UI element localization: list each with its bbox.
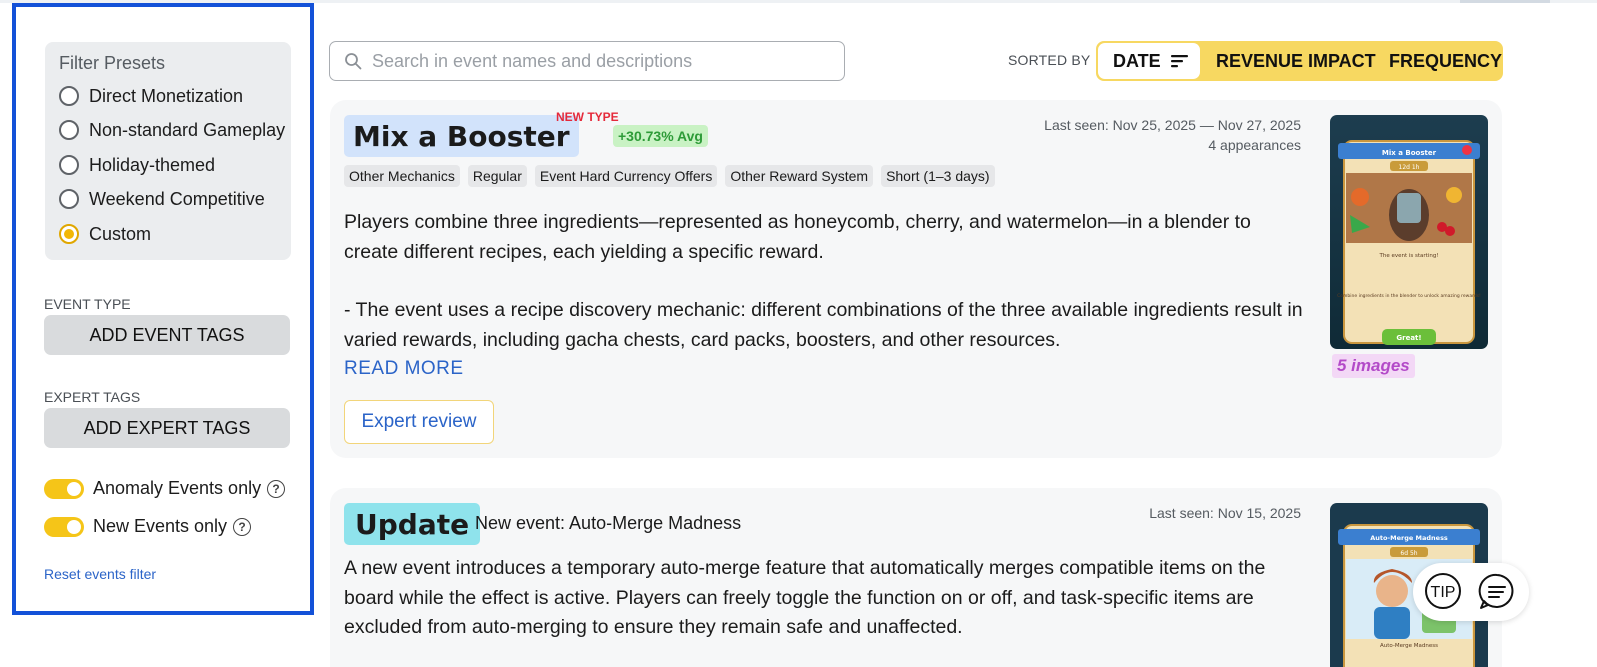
add-expert-tags-button[interactable]: ADD EXPERT TAGS: [44, 408, 290, 448]
thumb-timer-text: 12d 1h: [1399, 164, 1420, 171]
preset-label: Non-standard Gameplay: [89, 119, 286, 140]
help-icon[interactable]: ?: [233, 517, 252, 536]
event-tag: Other Reward System: [725, 165, 874, 187]
thumb-timer-text: 6d 5h: [1400, 550, 1417, 557]
sort-option-frequency[interactable]: FREQUENCY: [1389, 41, 1502, 81]
thumb-caption-text: The event is starting!: [1378, 253, 1438, 259]
preset-label: Custom: [89, 223, 152, 244]
event-description: Players combine three ingredients—repres…: [344, 211, 1251, 263]
event-tags: Other Mechanics Regular Event Hard Curre…: [344, 165, 995, 187]
preset-label: Weekend Competitive: [89, 188, 265, 209]
game-screenshot-image: Mix a Booster 12d 1h The event is starti…: [1330, 115, 1488, 349]
search-input[interactable]: [372, 50, 812, 72]
tip-icon: TIP: [1425, 573, 1461, 609]
radio-button[interactable]: [59, 86, 79, 106]
last-seen-info: Last seen: Nov 15, 2025: [1149, 503, 1301, 523]
sort-control: DATE REVENUE IMPACT FREQUENCY: [1096, 41, 1503, 81]
close-icon: [1462, 145, 1472, 155]
floating-actions: TIP: [1413, 563, 1529, 621]
anomaly-events-toggle[interactable]: [44, 478, 84, 499]
event-tag: Other Mechanics: [344, 165, 460, 187]
event-subtitle: New event: Auto-Merge Madness: [475, 513, 742, 533]
search-icon: [345, 53, 362, 70]
expert-tags-label: EXPERT TAGS: [44, 389, 141, 405]
new-events-toggle-row[interactable]: New Events only ?: [44, 516, 252, 537]
filter-presets-title: Filter Presets: [59, 53, 166, 73]
radio-button-checked[interactable]: [59, 224, 79, 244]
new-events-toggle[interactable]: [44, 516, 84, 537]
thumb-hint-text: Combine ingredients in the blender to un…: [1337, 293, 1481, 299]
toggle-label: Anomaly Events only: [93, 478, 262, 498]
preset-label: Holiday-themed: [89, 154, 216, 175]
radio-button[interactable]: [59, 189, 79, 209]
event-tag: Event Hard Currency Offers: [534, 165, 718, 187]
anomaly-events-toggle-row[interactable]: Anomaly Events only ?: [44, 478, 286, 499]
revenue-impact-badge: +30.73% Avg: [613, 125, 708, 147]
search-box[interactable]: [329, 41, 845, 81]
thumb-button-text: Great!: [1396, 334, 1421, 342]
preset-holiday-themed[interactable]: Holiday-themed: [59, 153, 215, 177]
add-event-tags-button[interactable]: ADD EVENT TAGS: [44, 315, 290, 355]
new-type-badge: NEW TYPE: [556, 110, 619, 124]
toggle-label: New Events only: [93, 516, 228, 536]
help-icon[interactable]: ?: [267, 479, 286, 498]
page: Filter Presets Direct Monetization Non-s…: [0, 0, 1597, 667]
thumb-header-text: Mix a Booster: [1382, 149, 1437, 157]
last-seen-dates: Last seen: Nov 15, 2025: [1149, 505, 1301, 521]
images-count-link[interactable]: 5 images: [1332, 354, 1415, 378]
sort-option-date[interactable]: DATE: [1098, 43, 1200, 79]
read-more-link[interactable]: READ MORE: [344, 358, 464, 380]
radio-button[interactable]: [59, 120, 79, 140]
preset-label: Direct Monetization: [89, 85, 244, 106]
reset-events-filter-link[interactable]: Reset events filter: [44, 566, 156, 582]
event-description-detail: - The event uses a recipe discovery mech…: [344, 299, 1303, 351]
event-title[interactable]: Mix a Booster: [344, 115, 579, 157]
sort-option-revenue-impact[interactable]: REVENUE IMPACT: [1216, 41, 1376, 81]
preset-non-standard-gameplay[interactable]: Non-standard Gameplay: [59, 118, 285, 142]
preset-weekend-competitive[interactable]: Weekend Competitive: [59, 187, 265, 211]
last-seen-dates: Last seen: Nov 25, 2025 — Nov 27, 2025: [1044, 117, 1301, 133]
tip-button[interactable]: TIP: [1423, 571, 1463, 611]
event-card: Update New event: Auto-Merge Madness Las…: [330, 488, 1502, 667]
appearances-count: 4 appearances: [1208, 137, 1301, 153]
preset-direct-monetization[interactable]: Direct Monetization: [59, 84, 243, 108]
sorted-by-label: SORTED BY: [1008, 52, 1091, 68]
tip-label: TIP: [1431, 584, 1456, 601]
expert-review-button[interactable]: Expert review: [344, 400, 494, 444]
chat-bubble-icon: [1478, 573, 1514, 609]
preset-custom[interactable]: Custom: [59, 222, 151, 246]
last-seen-info: Last seen: Nov 25, 2025 — Nov 27, 2025 4…: [1044, 115, 1301, 155]
sort-option-label: DATE: [1113, 50, 1161, 71]
chat-button[interactable]: [1477, 571, 1517, 611]
thumb-header-text: Auto-Merge Madness: [1370, 534, 1448, 542]
event-title[interactable]: Update: [344, 503, 481, 545]
filter-sidebar: Filter Presets Direct Monetization Non-s…: [12, 3, 314, 615]
event-description: A new event introduces a temporary auto-…: [344, 557, 1266, 638]
sort-descending-icon: [1170, 55, 1188, 68]
event-card: Mix a Booster NEW TYPE +30.73% Avg Last …: [330, 100, 1502, 458]
thumb-caption-text: Auto-Merge Madness: [1380, 643, 1438, 649]
event-screenshot-thumbnail[interactable]: Mix a Booster 12d 1h The event is starti…: [1330, 115, 1488, 349]
event-tag: Regular: [467, 165, 527, 187]
filter-presets-panel: Filter Presets Direct Monetization Non-s…: [45, 42, 291, 260]
event-type-label: EVENT TYPE: [44, 296, 131, 312]
radio-button[interactable]: [59, 155, 79, 175]
event-tag: Short (1–3 days): [881, 165, 995, 187]
